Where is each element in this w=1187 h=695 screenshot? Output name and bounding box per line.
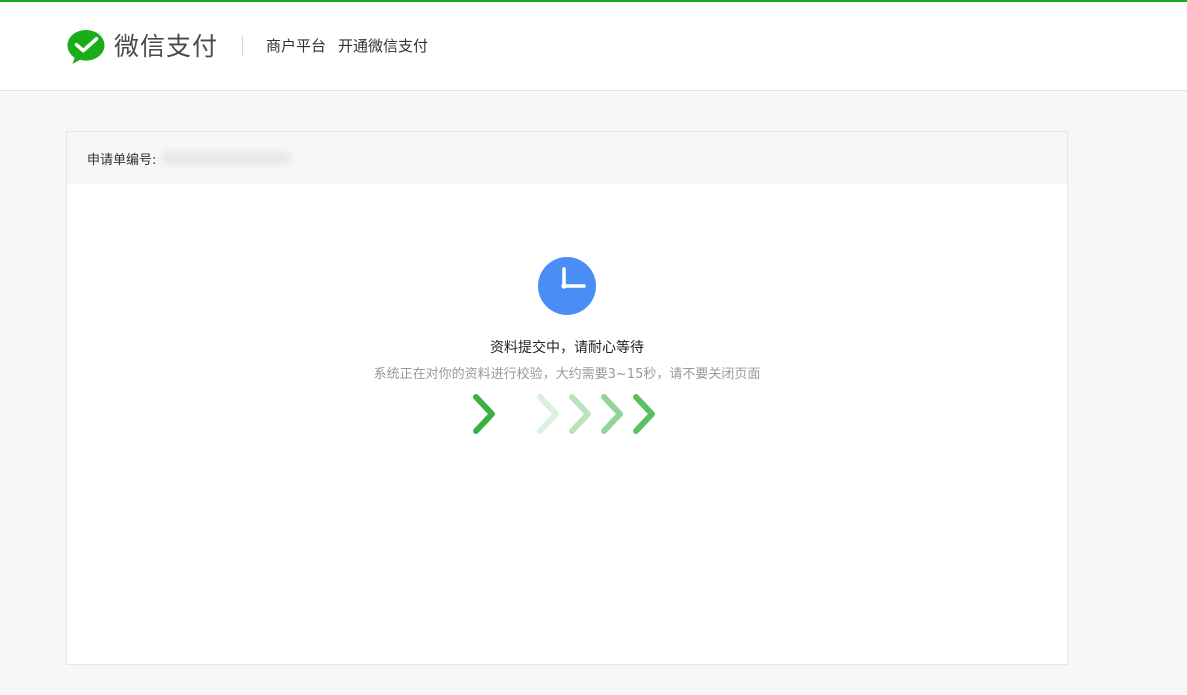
nav-merchant-platform[interactable]: 商户平台 bbox=[266, 35, 326, 57]
wechat-pay-logo-icon bbox=[67, 30, 105, 64]
header-divider bbox=[242, 36, 243, 56]
header-nav: 商户平台 开通微信支付 bbox=[266, 35, 440, 57]
status-block: 资料提交中，请耐心等待 系统正在对你的资料进行校验，大约需要3~15秒，请不要关… bbox=[67, 256, 1067, 384]
chevron-right-icon bbox=[633, 394, 655, 434]
nav-open-wechat-pay[interactable]: 开通微信支付 bbox=[338, 35, 428, 57]
clock-icon bbox=[538, 257, 596, 315]
card-header: 申请单编号: bbox=[67, 132, 1067, 184]
chevron-right-icon bbox=[473, 394, 495, 434]
application-number-label: 申请单编号: bbox=[87, 152, 157, 168]
chevron-right-icon bbox=[569, 394, 591, 434]
progress-arrows bbox=[470, 391, 660, 437]
status-description: 系统正在对你的资料进行校验，大约需要3~15秒，请不要关闭页面 bbox=[373, 367, 761, 382]
chevron-right-icon bbox=[537, 394, 559, 434]
brand-name: 微信支付 bbox=[114, 32, 219, 61]
header: 微信支付 商户平台 开通微信支付 bbox=[0, 2, 1187, 91]
application-number-value-redacted bbox=[162, 151, 291, 165]
chevron-right-icon bbox=[601, 394, 623, 434]
status-title: 资料提交中，请耐心等待 bbox=[490, 340, 644, 356]
wechat-pay-logo[interactable]: 微信支付 bbox=[66, 28, 218, 66]
